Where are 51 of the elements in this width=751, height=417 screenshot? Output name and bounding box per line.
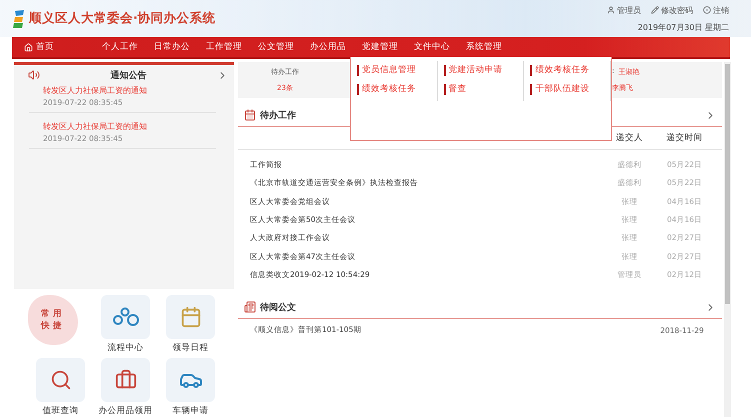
logout-link[interactable]: 注销 xyxy=(703,4,729,16)
section-title: 待办工作 xyxy=(260,109,297,122)
notice-link[interactable]: 转发区人力社保局工资的通知 xyxy=(43,85,216,96)
pencil-icon xyxy=(651,6,659,14)
nav-item[interactable]: 公文管理 xyxy=(258,41,294,53)
circles-icon xyxy=(112,307,140,327)
nav-item[interactable]: 办公用品 xyxy=(310,41,346,53)
password-link[interactable]: 修改密码 xyxy=(651,4,693,16)
column-header: 递交人 xyxy=(615,132,644,144)
current-date: 2019年07月30日 星期二 xyxy=(638,22,729,32)
menu-item[interactable]: 绩效考核任务 xyxy=(357,84,437,95)
system-title: 顺义区人大常委会·协同办公系统 xyxy=(29,10,216,27)
newspaper-icon xyxy=(244,301,256,314)
shortcut-tile[interactable] xyxy=(166,358,215,402)
panel-title: 通知公告 xyxy=(110,69,148,82)
column-header: 递交时间 xyxy=(666,132,704,144)
menu-item[interactable]: 党员信息管理 xyxy=(357,65,437,76)
menu-item[interactable]: 督查 xyxy=(444,84,524,95)
nav-item[interactable]: 工作管理 xyxy=(206,41,242,53)
calendar-icon xyxy=(180,306,202,328)
shortcut-tile[interactable] xyxy=(166,295,215,339)
nav-item[interactable]: 党建管理 xyxy=(362,41,398,53)
section-title: 待阅公文 xyxy=(260,301,297,314)
user-link[interactable]: 管理员 xyxy=(607,4,641,16)
menu-item[interactable]: 党建活动申请 xyxy=(444,65,524,76)
nav-item[interactable]: 文件中心 xyxy=(414,41,450,53)
shortcut-label[interactable]: 流程中心 xyxy=(108,342,144,354)
nav-item[interactable]: 日常办公 xyxy=(154,41,190,53)
logo-icon xyxy=(12,8,26,28)
badge-text: 快捷 xyxy=(41,320,65,332)
shortcut-label[interactable]: 值班查询 xyxy=(42,405,78,417)
menu-item[interactable]: 绩效考核任务 xyxy=(530,65,610,76)
speaker-icon xyxy=(28,69,40,81)
shortcut-label[interactable]: 领导日程 xyxy=(172,342,208,354)
menu-item[interactable]: 干部队伍建设 xyxy=(530,84,610,95)
toolbox-icon xyxy=(114,369,136,391)
scrollbar[interactable] xyxy=(724,62,731,417)
nav-item[interactable]: 首页 xyxy=(24,41,54,53)
shortcut-label[interactable]: 办公用品领用 xyxy=(98,405,152,417)
shortcut-tile[interactable] xyxy=(101,295,150,339)
notice-link[interactable]: 转发区人力社保局工资的通知 xyxy=(43,121,216,132)
nav-item[interactable]: 系统管理 xyxy=(466,41,502,53)
nav-item[interactable]: 个人工作 xyxy=(102,41,138,53)
badge-text: 常用 xyxy=(41,308,65,320)
calendar-icon xyxy=(244,109,256,121)
shortcut-tile[interactable] xyxy=(101,358,150,402)
home-icon xyxy=(24,42,33,52)
user-icon xyxy=(607,6,615,14)
shortcut-label[interactable]: 车辆申请 xyxy=(172,405,208,417)
shortcut-tile[interactable] xyxy=(36,358,85,402)
magnifier-icon xyxy=(50,369,72,391)
